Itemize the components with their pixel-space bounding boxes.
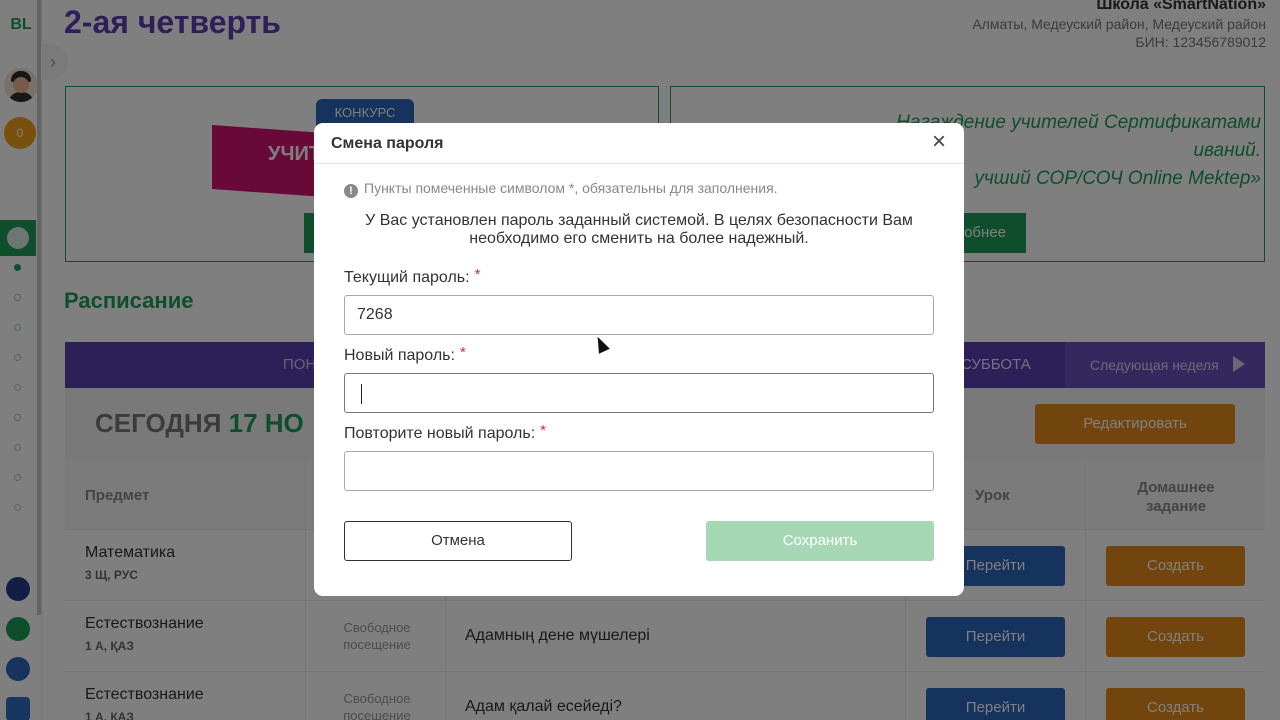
info-icon: ! [344,184,358,198]
repeat-password-field[interactable] [344,451,934,491]
required-mark: * [540,422,547,439]
dialog-message: У Вас установлен пароль заданный системо… [365,212,913,247]
required-mark: * [459,344,466,361]
save-button[interactable]: Сохранить [706,521,934,561]
current-password-label: Текущий пароль: * [344,266,481,286]
close-icon[interactable]: × [932,130,946,154]
required-note: ! Пункты помеченные символом *, обязатель… [344,180,778,198]
new-password-field[interactable] [344,373,934,413]
change-password-dialog: Смена пароля × ! Пункты помеченные символ… [314,123,964,596]
dialog-header: Смена пароля × [314,123,964,164]
repeat-password-label: Повторите новый пароль: * [344,422,547,442]
cancel-button[interactable]: Отмена [344,521,572,561]
current-password-field[interactable]: 7268 [344,295,934,335]
dialog-title: Смена пароля [331,135,444,152]
text-caret [361,384,362,404]
new-password-label: Новый пароль: * [344,344,466,364]
required-mark: * [474,266,481,283]
